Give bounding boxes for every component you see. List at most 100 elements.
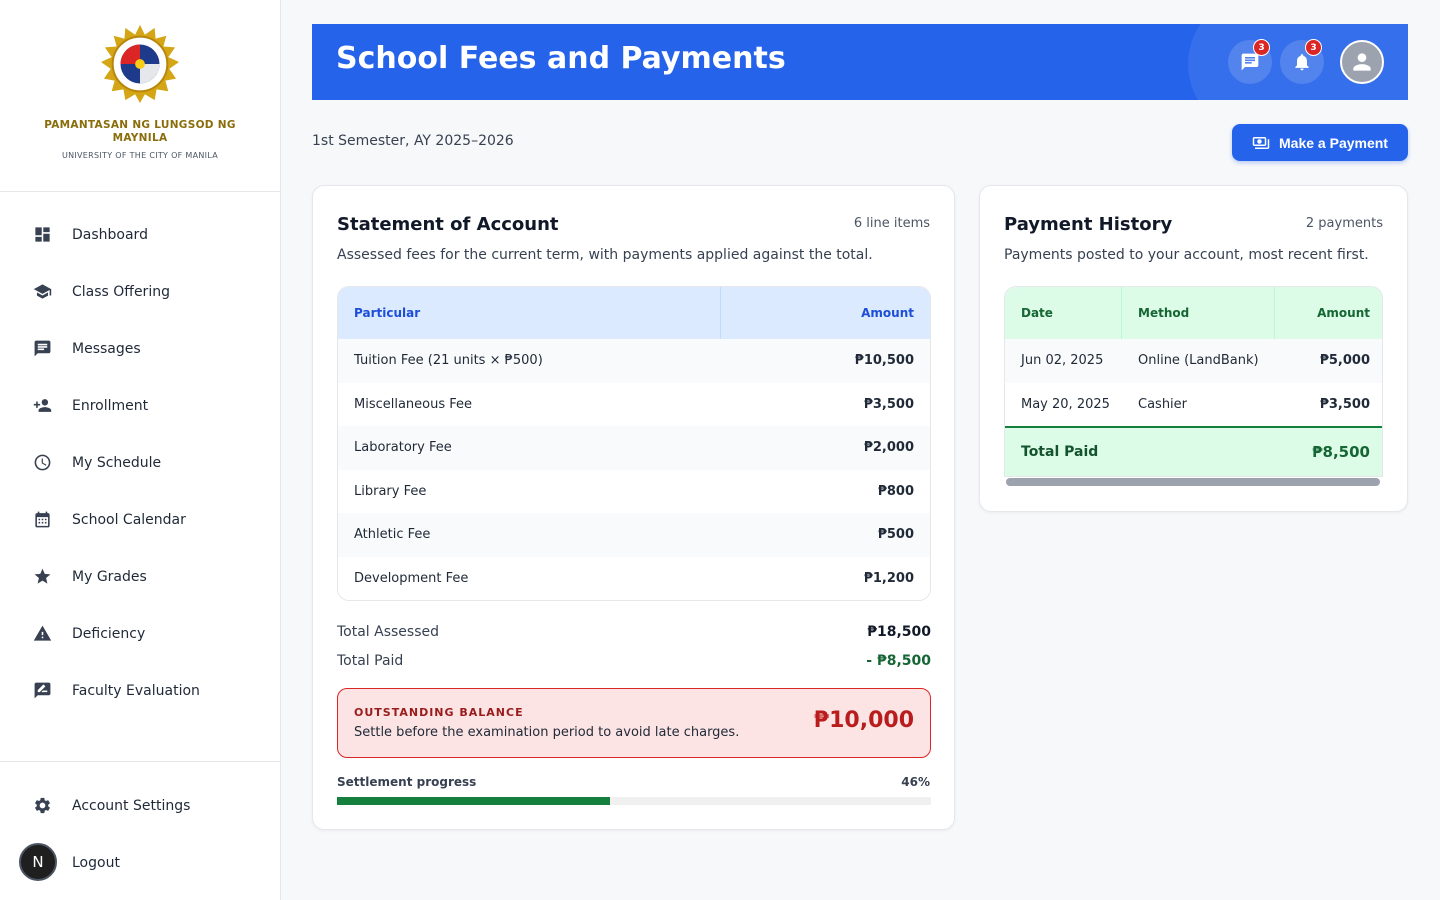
total-assessed-label: Total Assessed [337, 624, 440, 640]
page-title: School Fees and Payments [336, 41, 786, 76]
university-seal-icon [101, 25, 179, 103]
sidebar-item-school-calendar[interactable]: School Calendar [0, 491, 280, 548]
sidebar-item-label: Dashboard [72, 226, 148, 243]
sidebar-item-label: Enrollment [72, 397, 149, 414]
cell-amount: ₱2,000 [863, 440, 914, 456]
payment-icon [1252, 136, 1270, 149]
history-description: Payments posted to your account, most re… [1004, 247, 1369, 263]
cell-particular: Development Fee [354, 570, 469, 586]
sidebar-item-label: Account Settings [72, 797, 191, 814]
balance-note: Settle before the examination period to … [354, 725, 740, 740]
history-count: 2 payments [1305, 216, 1383, 231]
sidebar: PAMANTASAN NG LUNGSOD NG MAYNILA UNIVERS… [0, 0, 281, 900]
university-subtitle: UNIVERSITY OF THE CITY OF MANILA [61, 151, 219, 160]
cell-method: Cashier [1138, 396, 1188, 412]
notifications-badge: 3 [1305, 39, 1322, 56]
table-row: Miscellaneous Fee ₱3,500 [338, 382, 930, 426]
sidebar-item-faculty-evaluation[interactable]: Faculty Evaluation [0, 662, 280, 719]
university-name: PAMANTASAN NG LUNGSOD NG MAYNILA [44, 119, 236, 144]
column-header[interactable]: Amount [1275, 287, 1382, 339]
calendar-icon [32, 510, 52, 530]
sidebar-item-label: Deficiency [72, 625, 146, 642]
message-icon [32, 339, 52, 359]
notifications-button[interactable]: 3 [1280, 39, 1324, 84]
progress-percent: 46% [901, 775, 930, 789]
statement-card: Statement of Account 6 line items Assess… [312, 185, 955, 830]
sidebar-item-label: Messages [72, 340, 141, 357]
table-row: Athletic Fee ₱500 [338, 513, 930, 557]
sidebar-item-enrollment[interactable]: Enrollment [0, 377, 280, 434]
statement-count: 6 line items [853, 216, 930, 231]
horizontal-scrollbar[interactable] [1006, 478, 1380, 486]
sidebar-item-label: Faculty Evaluation [72, 682, 200, 699]
total-assessed-value: ₱18,500 [867, 624, 931, 640]
semester-label: 1st Semester, AY 2025–2026 [312, 133, 514, 149]
user-avatar[interactable]: N [19, 843, 57, 881]
progress-label: Settlement progress [337, 775, 477, 789]
payment-history-card: Payment History 2 payments Payments post… [979, 185, 1408, 512]
graduation-cap-icon [32, 282, 52, 302]
warning-icon [32, 624, 52, 644]
total-assessed-row: Total Assessed ₱18,500 [337, 624, 931, 640]
sidebar-item-account-settings[interactable]: Account Settings [0, 777, 280, 834]
gear-icon [32, 796, 52, 816]
outstanding-balance-box: OUTSTANDING BALANCE Settle before the ex… [337, 688, 931, 758]
cell-amount: ₱10,500 [854, 353, 914, 369]
sidebar-item-messages[interactable]: Messages [0, 320, 280, 377]
column-header[interactable]: Amount [721, 306, 930, 320]
table-row: Laboratory Fee ₱2,000 [338, 426, 930, 470]
cell-method: Online (LandBank) [1138, 353, 1259, 369]
sidebar-item-my-grades[interactable]: My Grades [0, 548, 280, 605]
total-paid-label: Total Paid [337, 653, 404, 669]
balance-amount: ₱10,000 [813, 708, 914, 733]
clock-icon [32, 453, 52, 473]
total-paid-value: - ₱8,500 [866, 653, 931, 669]
progress-bar [337, 797, 931, 805]
user-icon [1353, 53, 1371, 71]
brand: PAMANTASAN NG LUNGSOD NG MAYNILA UNIVERS… [0, 0, 280, 192]
table-row: Library Fee ₱800 [338, 469, 930, 513]
star-icon [32, 567, 52, 587]
table-row: Jun 02, 2025 Online (LandBank) ₱5,000 [1005, 339, 1382, 383]
sidebar-nav: Dashboard Class Offering Messages Enroll… [0, 206, 280, 719]
statement-table: Particular Amount Tuition Fee (21 units … [337, 286, 931, 601]
history-title: Payment History [1004, 214, 1173, 235]
person-add-icon [32, 396, 52, 416]
messages-button[interactable]: 3 [1228, 39, 1272, 84]
table-body: Tuition Fee (21 units × ₱500) ₱10,500 Mis… [338, 339, 930, 600]
total-paid-row: Total Paid - ₱8,500 [337, 653, 931, 669]
make-payment-button[interactable]: Make a Payment [1232, 124, 1408, 161]
dashboard-icon [32, 225, 52, 245]
page-header: School Fees and Payments 3 3 [312, 24, 1408, 100]
table-header: Date Method Amount [1005, 287, 1382, 339]
statement-description: Assessed fees for the current term, with… [337, 247, 873, 263]
table-row: Development Fee ₱1,200 [338, 556, 930, 600]
column-header[interactable]: Particular [338, 287, 721, 339]
sidebar-item-deficiency[interactable]: Deficiency [0, 605, 280, 662]
cell-particular: Tuition Fee (21 units × ₱500) [354, 353, 543, 369]
cell-amount: ₱3,500 [863, 396, 914, 412]
progress-fill [337, 797, 611, 805]
column-header[interactable]: Date [1005, 287, 1122, 339]
cell-particular: Athletic Fee [354, 527, 431, 543]
cell-amount: ₱1,200 [863, 570, 914, 586]
sidebar-item-dashboard[interactable]: Dashboard [0, 206, 280, 263]
history-total-row: Total Paid ₱8,500 [1005, 426, 1382, 476]
cell-date: Jun 02, 2025 [1021, 353, 1104, 369]
profile-button[interactable] [1340, 40, 1384, 84]
column-header[interactable]: Method [1122, 287, 1275, 339]
sidebar-item-my-schedule[interactable]: My Schedule [0, 434, 280, 491]
rate-review-icon [32, 681, 52, 701]
cell-amount: ₱500 [877, 527, 914, 543]
table-row: May 20, 2025 Cashier ₱3,500 [1005, 383, 1382, 427]
messages-badge: 3 [1253, 39, 1270, 56]
cell-amount: ₱3,500 [1319, 396, 1370, 412]
statement-title: Statement of Account [337, 214, 559, 235]
sidebar-item-label: My Schedule [72, 454, 162, 471]
cell-amount: ₱5,000 [1319, 353, 1370, 369]
sidebar-item-class-offering[interactable]: Class Offering [0, 263, 280, 320]
cell-particular: Miscellaneous Fee [354, 396, 473, 412]
table-row: Tuition Fee (21 units × ₱500) ₱10,500 [338, 339, 930, 383]
cell-date: May 20, 2025 [1021, 396, 1110, 412]
sidebar-item-label: Class Offering [72, 283, 170, 300]
